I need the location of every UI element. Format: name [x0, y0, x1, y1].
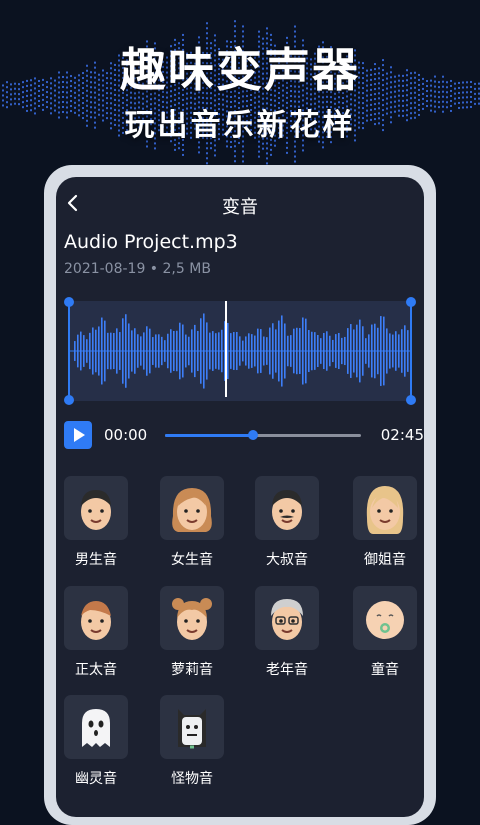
effect-label: 御姐音	[364, 552, 406, 568]
effect-label: 萝莉音	[171, 662, 213, 678]
hero-subtitle: 玩出音乐新花样	[124, 108, 356, 143]
effect-label: 幽灵音	[75, 771, 117, 787]
girl-avatar-icon	[172, 598, 212, 640]
top-bar: 变音	[56, 177, 424, 229]
voice-effect-2[interactable]: 女生音	[160, 476, 224, 576]
voice-effect-10[interactable]: 怪物音	[160, 695, 224, 795]
effect-tile	[353, 586, 417, 650]
elder-avatar-icon	[271, 599, 303, 640]
effect-tile	[160, 586, 224, 650]
voice-effect-3[interactable]: 大叔音	[255, 476, 319, 576]
playhead[interactable]	[225, 301, 227, 397]
waveform-editor[interactable]	[64, 297, 416, 405]
boy-avatar-icon	[81, 601, 111, 640]
trim-start-dot-top[interactable]	[64, 297, 74, 307]
effect-label: 男生音	[75, 552, 117, 568]
trim-end-dot-bottom[interactable]	[406, 395, 416, 405]
voice-effect-8[interactable]: 童音	[353, 586, 417, 686]
effect-tile	[160, 695, 224, 759]
baby-avatar-icon	[366, 601, 404, 639]
hero-title: 趣味变声器	[120, 43, 360, 97]
voice-effect-6[interactable]: 萝莉音	[160, 586, 224, 686]
phone-screen: 变音 Audio Project.mp3 2021-08-19 • 2,5 MB…	[56, 177, 424, 817]
trim-start-handle[interactable]	[68, 301, 70, 401]
voice-effect-5[interactable]: 正太音	[64, 586, 128, 686]
effect-tile	[64, 586, 128, 650]
woman-avatar-icon	[172, 488, 212, 532]
effect-label: 大叔音	[266, 552, 308, 568]
file-name: Audio Project.mp3	[64, 231, 238, 253]
monster-icon	[178, 709, 206, 749]
man-avatar-icon	[81, 490, 111, 530]
trim-end-handle[interactable]	[410, 301, 412, 401]
effect-label: 老年音	[266, 662, 308, 678]
trim-end-dot-top[interactable]	[406, 297, 416, 307]
progress-fill	[165, 434, 254, 437]
page-title: 变音	[222, 197, 258, 218]
effect-tile	[160, 476, 224, 540]
play-button[interactable]	[64, 421, 92, 449]
voice-effect-9[interactable]: 幽灵音	[64, 695, 128, 795]
current-time: 00:00	[104, 426, 148, 444]
effect-tile	[255, 586, 319, 650]
file-meta: 2021-08-19 • 2,5 MB	[64, 261, 211, 277]
progress-thumb[interactable]	[248, 430, 259, 440]
effect-label: 怪物音	[171, 771, 213, 787]
effect-label: 童音	[371, 662, 399, 678]
ghost-icon	[82, 709, 110, 747]
audio-waveform	[68, 313, 412, 389]
effect-tile	[255, 476, 319, 540]
voice-effect-4[interactable]: 御姐音	[353, 476, 417, 576]
total-time: 02:45	[380, 426, 424, 444]
effect-tile	[64, 695, 128, 759]
lady-avatar-icon	[366, 486, 404, 534]
effect-label: 女生音	[171, 552, 213, 568]
voice-effect-7[interactable]: 老年音	[255, 586, 319, 686]
voice-effect-1[interactable]: 男生音	[64, 476, 128, 576]
effect-tile	[64, 476, 128, 540]
effect-tile	[353, 476, 417, 540]
uncle-avatar-icon	[272, 490, 302, 530]
progress-track[interactable]	[165, 434, 361, 437]
trim-start-dot-bottom[interactable]	[64, 395, 74, 405]
effect-label: 正太音	[75, 662, 117, 678]
audio-player: 00:00 02:45	[64, 421, 424, 449]
